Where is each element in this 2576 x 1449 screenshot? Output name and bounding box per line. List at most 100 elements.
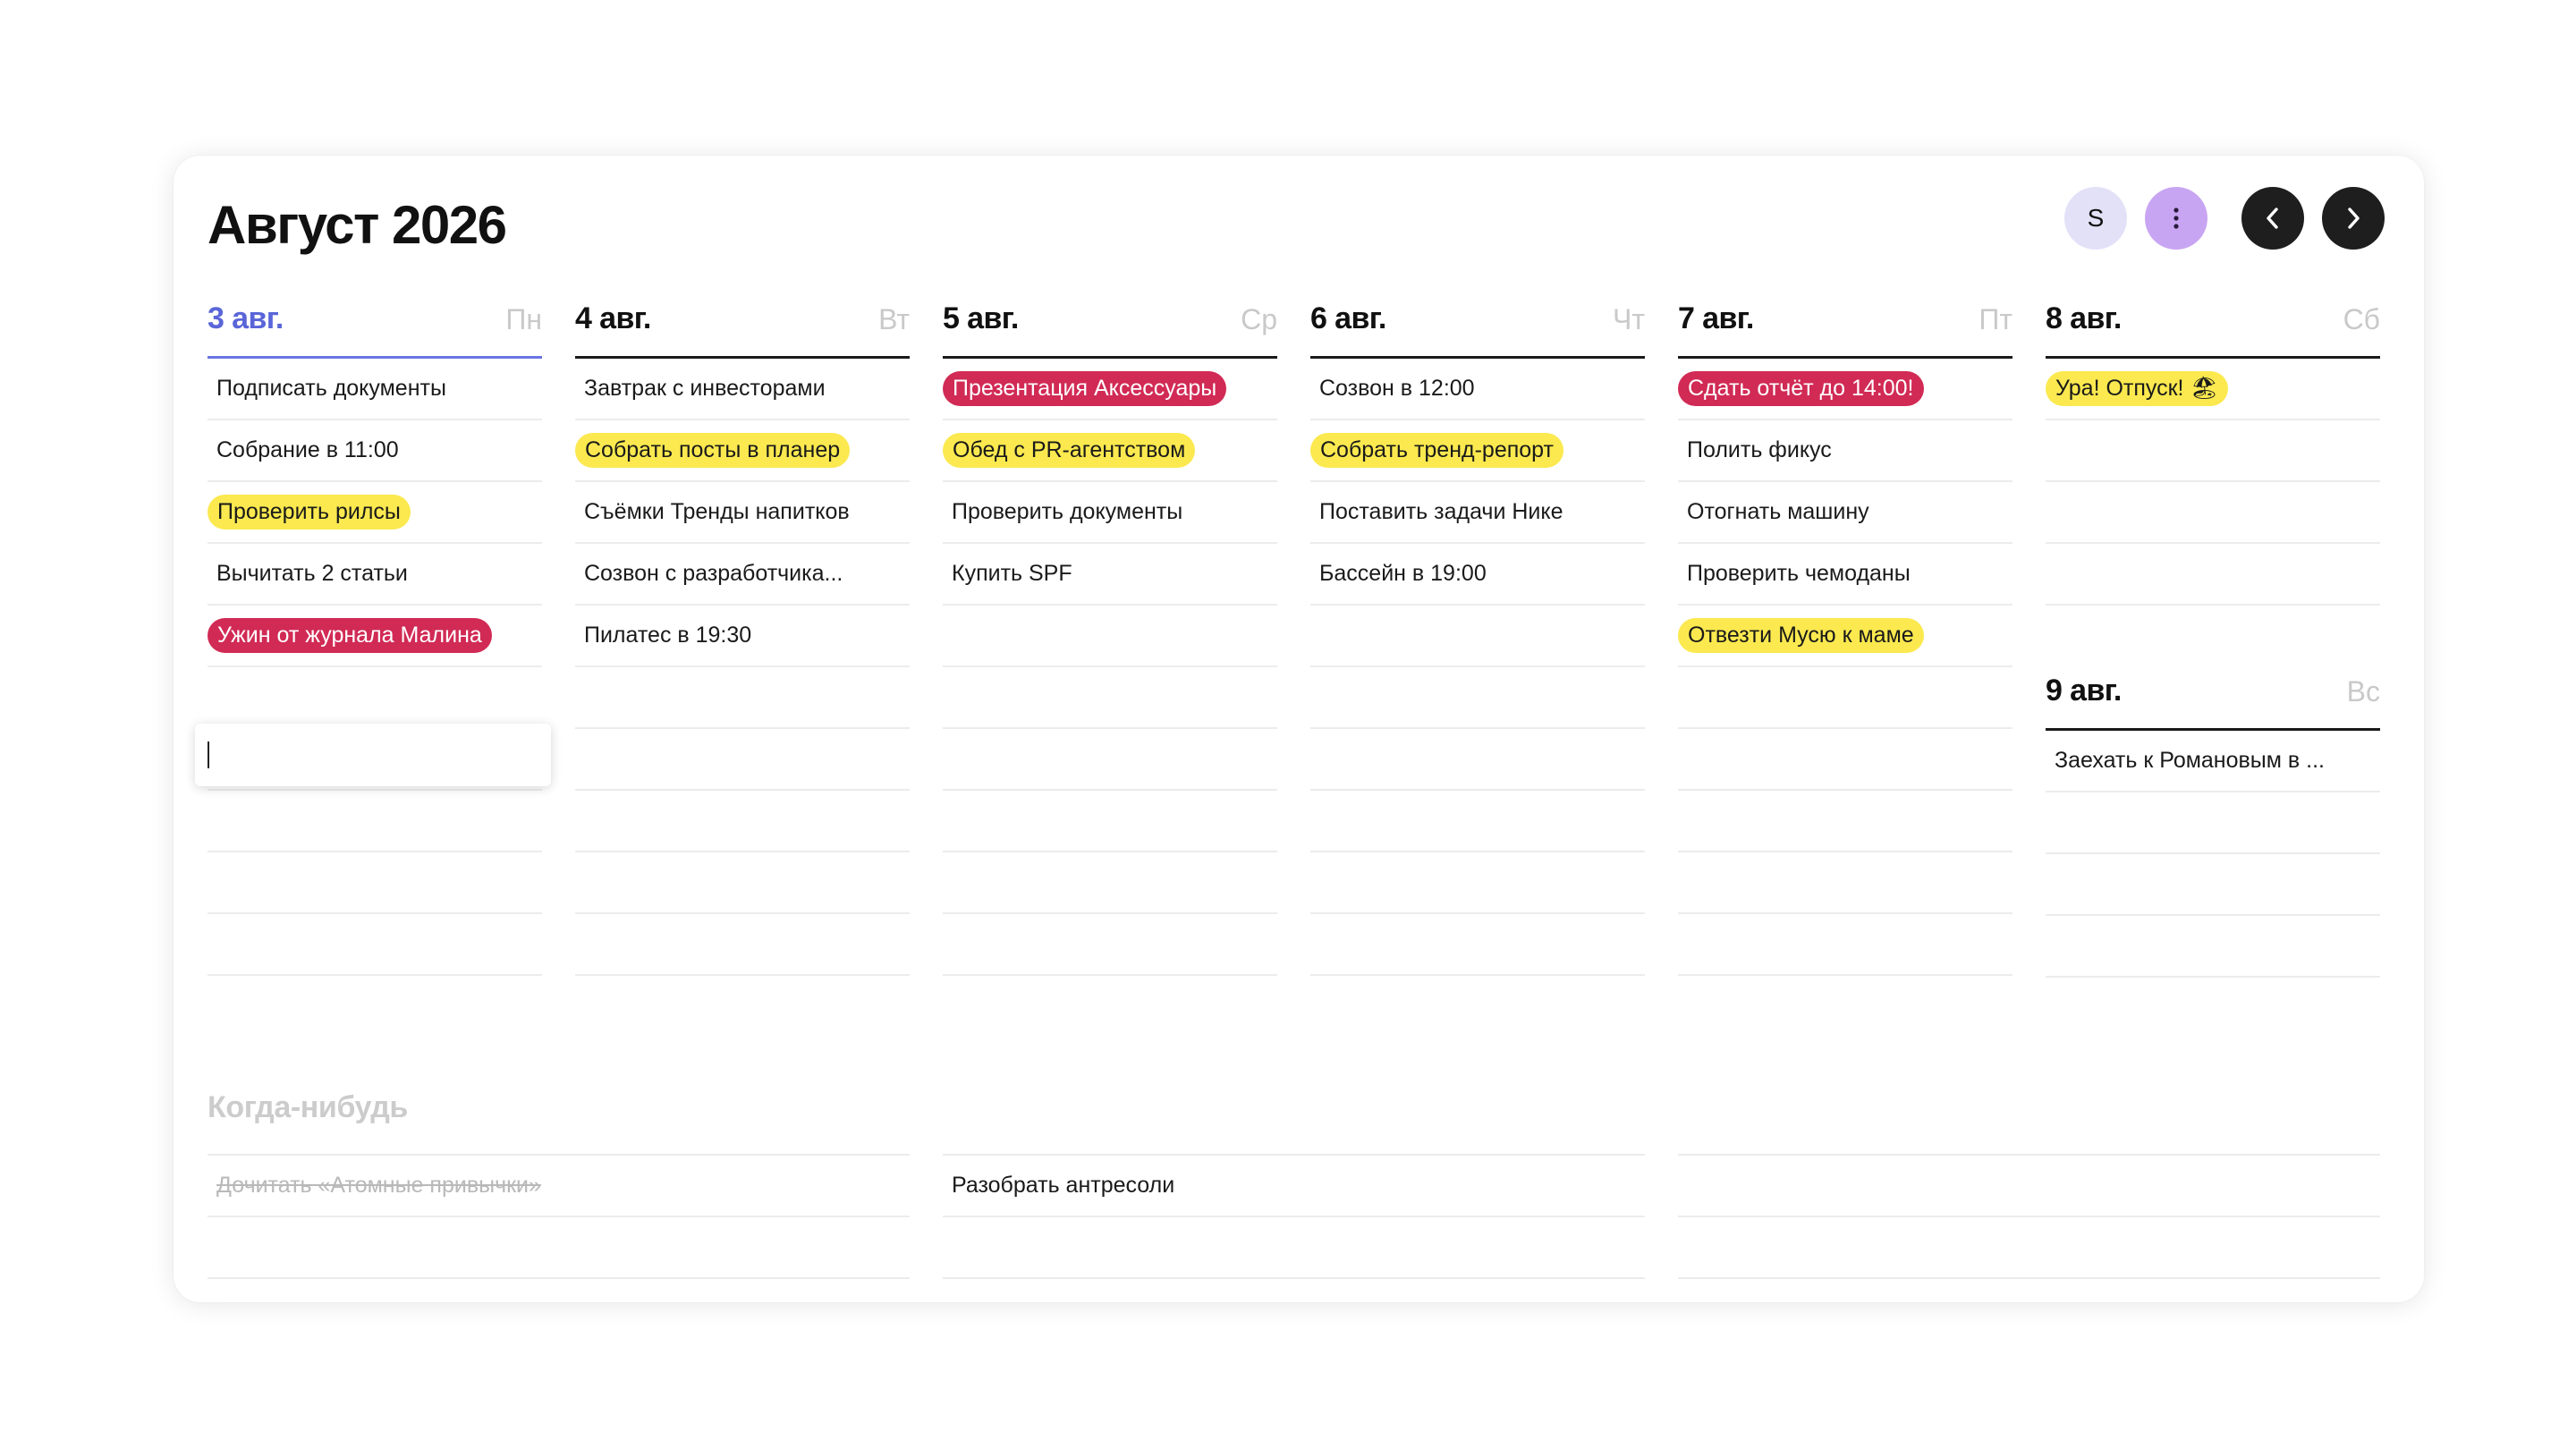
- day-header[interactable]: 9 авг. Вс: [2046, 651, 2380, 731]
- day-header[interactable]: 6 авг. Чт: [1310, 279, 1645, 359]
- task-item[interactable]: Съёмки Тренды напитков: [575, 482, 910, 544]
- task-text: Собрание в 11:00: [216, 437, 399, 462]
- empty-task-slot[interactable]: [208, 914, 542, 976]
- day-date: 5 авг.: [943, 301, 1019, 335]
- task-item[interactable]: Отвезти Мусю к маме: [1678, 606, 2012, 667]
- task-item[interactable]: Подписать документы: [208, 359, 542, 420]
- empty-task-slot[interactable]: [2046, 916, 2380, 978]
- task-item[interactable]: Полить фикус: [1678, 420, 2012, 482]
- task-item[interactable]: Проверить чемоданы: [1678, 544, 2012, 606]
- task-item[interactable]: Вычитать 2 статьи: [208, 544, 542, 606]
- empty-task-slot[interactable]: [943, 667, 1277, 729]
- empty-task-slot[interactable]: [1678, 667, 2012, 729]
- task-item[interactable]: Отогнать машину: [1678, 482, 2012, 544]
- someday-column: [1678, 1154, 2380, 1279]
- empty-task-slot[interactable]: [1678, 729, 2012, 791]
- day-header[interactable]: 4 авг. Вт: [575, 279, 910, 359]
- empty-task-slot[interactable]: [1678, 852, 2012, 914]
- day-column: 5 авг. Ср Презентация Аксессуары Обед с PR-…: [943, 279, 1277, 976]
- day-date: 8 авг.: [2046, 301, 2122, 335]
- task-item[interactable]: Завтрак с инвесторами: [575, 359, 910, 420]
- user-avatar-button[interactable]: S: [2064, 187, 2127, 250]
- task-item[interactable]: Ура! Отпуск! 🏖: [2046, 359, 2380, 420]
- empty-task-slot[interactable]: [1310, 606, 1645, 667]
- task-text: Созвон с разработчика...: [584, 561, 843, 586]
- task-item[interactable]: Сдать отчёт до 14:00!: [1678, 359, 2012, 420]
- task-text: Презентация Аксессуары: [943, 371, 1227, 406]
- empty-task-slot[interactable]: [943, 791, 1277, 852]
- chevron-right-icon: [2348, 208, 2360, 229]
- day-date: 6 авг.: [1310, 301, 1386, 335]
- day-column: 4 авг. Вт Завтрак с инвесторами Собрать пос…: [575, 279, 910, 976]
- empty-task-slot[interactable]: [1310, 729, 1645, 791]
- task-item[interactable]: Пилатес в 19:30: [575, 606, 910, 667]
- day-header[interactable]: 3 авг. Пн: [208, 279, 542, 359]
- empty-task-slot[interactable]: [2046, 482, 2380, 544]
- task-item[interactable]: Собрать тренд-репорт: [1310, 420, 1645, 482]
- empty-task-slot[interactable]: [575, 852, 910, 914]
- task-item[interactable]: Презентация Аксессуары: [943, 359, 1277, 420]
- someday-task-item[interactable]: Разобрать антресоли: [943, 1156, 1645, 1217]
- empty-task-slot[interactable]: [575, 667, 910, 729]
- someday-task-item[interactable]: Дочитать «Атомные привычки»: [208, 1156, 910, 1217]
- chevron-left-icon: [2267, 208, 2278, 229]
- empty-task-slot[interactable]: [1678, 1156, 2380, 1217]
- empty-task-slot[interactable]: [208, 667, 542, 729]
- task-text: Ужин от журнала Малина: [208, 618, 492, 653]
- task-text: Созвон в 12:00: [1319, 376, 1475, 401]
- task-text: Разобрать антресоли: [952, 1173, 1175, 1198]
- empty-task-slot[interactable]: [1678, 1217, 2380, 1279]
- next-week-button[interactable]: [2322, 187, 2385, 250]
- task-item[interactable]: Заехать к Романовым в ...: [2046, 731, 2380, 792]
- empty-task-slot[interactable]: [208, 791, 542, 852]
- empty-task-slot[interactable]: [1678, 914, 2012, 976]
- empty-task-slot[interactable]: [208, 852, 542, 914]
- empty-task-slot[interactable]: [2046, 544, 2380, 606]
- empty-task-slot[interactable]: [943, 852, 1277, 914]
- day-column: 6 авг. Чт Созвон в 12:00 Собрать тренд-репо…: [1310, 279, 1645, 976]
- task-text: Подписать документы: [216, 376, 446, 401]
- task-text: Съёмки Тренды напитков: [584, 499, 850, 524]
- previous-week-button[interactable]: [2241, 187, 2304, 250]
- empty-task-slot[interactable]: [208, 1217, 910, 1279]
- empty-task-slot[interactable]: [1310, 852, 1645, 914]
- task-item[interactable]: Проверить рилсы: [208, 482, 542, 544]
- task-item[interactable]: Созвон в 12:00: [1310, 359, 1645, 420]
- task-item[interactable]: Ужин от журнала Малина: [208, 606, 542, 667]
- task-item[interactable]: Поставить задачи Нике: [1310, 482, 1645, 544]
- empty-task-slot[interactable]: [943, 606, 1277, 667]
- day-weekday: Чт: [1613, 303, 1645, 335]
- day-weekday: Вт: [878, 303, 910, 335]
- day-header[interactable]: 7 авг. Пт: [1678, 279, 2012, 359]
- empty-task-slot[interactable]: [575, 914, 910, 976]
- task-item[interactable]: Обед с PR-агентством: [943, 420, 1277, 482]
- task-item[interactable]: Купить SPF: [943, 544, 1277, 606]
- empty-task-slot[interactable]: [1310, 791, 1645, 852]
- empty-task-slot[interactable]: [2046, 420, 2380, 482]
- day-weekday: Пт: [1979, 303, 2012, 335]
- empty-task-slot[interactable]: [575, 729, 910, 791]
- task-text: Собрать посты в планер: [575, 433, 851, 468]
- empty-task-slot[interactable]: [943, 1217, 1645, 1279]
- new-task-input[interactable]: [195, 724, 551, 786]
- empty-task-slot[interactable]: [2046, 854, 2380, 916]
- empty-task-slot[interactable]: [2046, 792, 2380, 854]
- task-item[interactable]: Бассейн в 19:00: [1310, 544, 1645, 606]
- day-header[interactable]: 5 авг. Ср: [943, 279, 1277, 359]
- empty-task-slot[interactable]: [1310, 667, 1645, 729]
- task-text: Заехать к Романовым в ...: [2055, 748, 2325, 773]
- empty-task-slot[interactable]: [575, 791, 910, 852]
- empty-task-slot[interactable]: [943, 914, 1277, 976]
- day-header[interactable]: 8 авг. Сб: [2046, 279, 2380, 359]
- task-item[interactable]: Собрать посты в планер: [575, 420, 910, 482]
- empty-task-slot[interactable]: [1678, 791, 2012, 852]
- more-menu-button[interactable]: [2145, 187, 2207, 250]
- task-text: Сдать отчёт до 14:00!: [1678, 371, 1924, 406]
- task-item[interactable]: Собрание в 11:00: [208, 420, 542, 482]
- task-item[interactable]: Созвон с разработчика...: [575, 544, 910, 606]
- task-item[interactable]: Проверить документы: [943, 482, 1277, 544]
- empty-task-slot[interactable]: [1310, 914, 1645, 976]
- empty-task-slot[interactable]: [943, 729, 1277, 791]
- calendar-card: Август 2026 S 3 авг. Пн Подписать документ…: [174, 156, 2424, 1302]
- day-weekday: Сб: [2343, 303, 2380, 335]
